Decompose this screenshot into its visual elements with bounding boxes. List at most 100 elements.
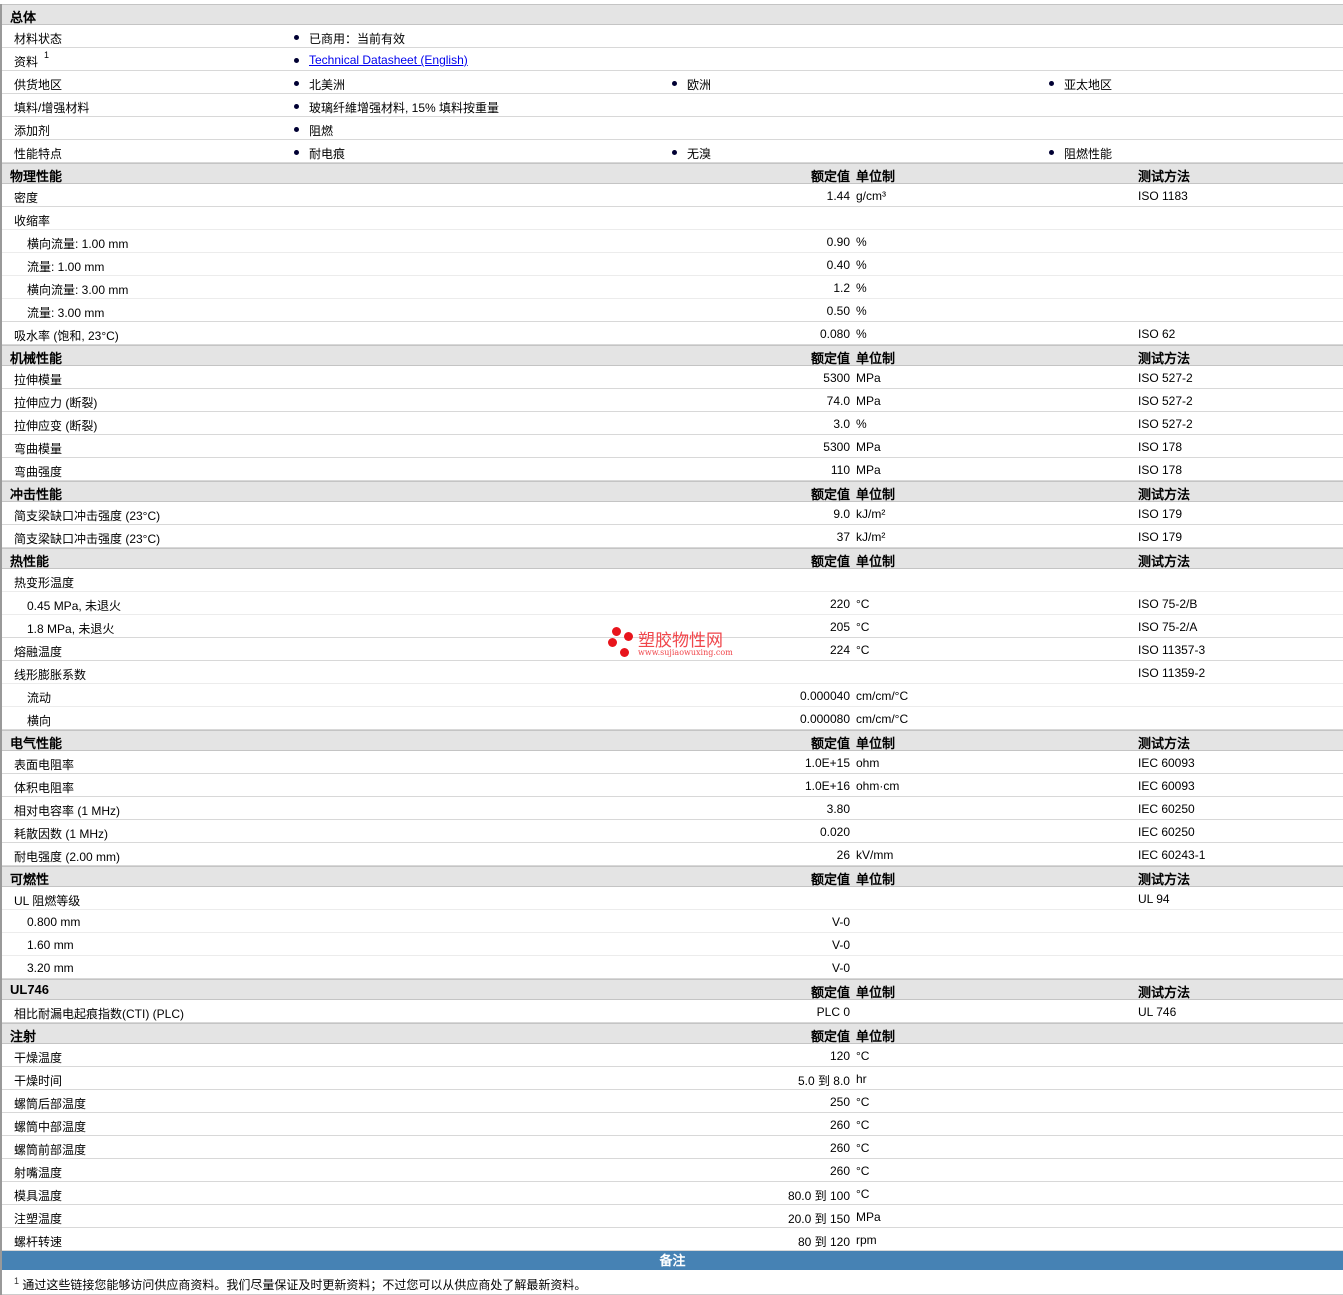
- property-row: 模具温度 80.0 到 100 °C: [2, 1182, 1343, 1205]
- property-label: 资料: [14, 55, 39, 69]
- property-label: 材料状态: [14, 32, 63, 46]
- column-header-method: 测试方法: [1138, 985, 1191, 1000]
- property-row: 0.45 MPa, 未退火 220 °C ISO 75-2/B: [2, 592, 1343, 615]
- property-unit: MPa: [856, 440, 881, 454]
- property-row: 弯曲强度 110 MPa ISO 178: [2, 458, 1343, 481]
- property-unit: kJ/m²: [856, 530, 886, 544]
- test-method: IEC 60093: [1138, 756, 1195, 770]
- bullet-item: 亚太地区: [1049, 76, 1112, 93]
- general-row: 填料/增强材料 玻璃纤維增强材料, 15% 填料按重量: [2, 94, 1343, 117]
- property-value: 224: [829, 643, 850, 657]
- section-title: 热性能: [10, 554, 50, 569]
- section-title: 机械性能: [10, 351, 63, 366]
- property-value: 0.020: [819, 825, 850, 839]
- property-label: 流动: [27, 691, 52, 705]
- property-value: 3.80: [826, 802, 850, 816]
- property-value: 220: [829, 597, 850, 611]
- section-header: UL746 额定值 单位制 测试方法: [2, 979, 1343, 1000]
- property-row: 拉伸应力 (断裂) 74.0 MPa ISO 527-2: [2, 389, 1343, 412]
- bullet-item: 已商用：当前有效: [294, 30, 405, 47]
- property-label: 1.60 mm: [27, 938, 74, 952]
- logo-dot-icon: [624, 632, 633, 641]
- property-label: 热变形温度: [14, 576, 75, 590]
- property-value: V-0: [831, 915, 850, 929]
- property-label: 吸水率 (饱和, 23°C): [14, 329, 119, 343]
- property-row: 热变形温度: [2, 569, 1343, 592]
- property-row: 0.800 mm V-0: [2, 910, 1343, 933]
- test-method: ISO 11357-3: [1138, 643, 1206, 657]
- property-label: 螺筒中部温度: [14, 1120, 87, 1134]
- property-row: 简支梁缺口冲击强度 (23°C) 9.0 kJ/m² ISO 179: [2, 502, 1343, 525]
- property-label: 横向: [27, 714, 52, 728]
- column-header-method: 测试方法: [1138, 554, 1191, 569]
- technical-datasheet-link[interactable]: Technical Datasheet (English): [309, 53, 468, 67]
- property-unit: hr: [856, 1072, 867, 1086]
- column-header-value: 额定值: [810, 554, 850, 569]
- test-method: ISO 178: [1138, 463, 1183, 477]
- bullet-item: 玻璃纤維增强材料, 15% 填料按重量: [294, 99, 499, 116]
- bullet-item: 耐电痕: [294, 145, 345, 162]
- logo-dot-icon: [608, 638, 617, 647]
- property-label: 弯曲模量: [14, 442, 63, 456]
- test-method: ISO 75-2/B: [1138, 597, 1198, 611]
- property-value: 1.44: [826, 189, 850, 203]
- test-method: ISO 178: [1138, 440, 1183, 454]
- property-label: 耗散因数 (1 MHz): [14, 827, 108, 841]
- property-row: 横向流量: 1.00 mm 0.90%: [2, 230, 1343, 253]
- column-header-value: 额定值: [810, 169, 850, 184]
- property-row: 简支梁缺口冲击强度 (23°C) 37 kJ/m² ISO 179: [2, 525, 1343, 548]
- footnote-body: 通过这些链接您能够访问供应商资料。我们尽量保证及时更新资料；不过您可以从供应商处…: [22, 1278, 587, 1292]
- column-header-unit: 单位制: [856, 736, 896, 751]
- property-label: 添加剂: [14, 124, 51, 138]
- property-row: 相比耐漏电起痕指数(CTI) (PLC) PLC 0 UL 746: [2, 1000, 1343, 1023]
- property-row: 注塑温度 20.0 到 150 MPa: [2, 1205, 1343, 1228]
- property-label: UL 阻燃等级: [14, 894, 81, 908]
- bullet-item: 阻燃性能: [1049, 145, 1112, 162]
- column-header-value: 额定值: [810, 736, 850, 751]
- section-header: 电气性能 额定值 单位制 测试方法: [2, 730, 1343, 751]
- property-value: 74.0: [826, 394, 850, 408]
- property-value: 260: [829, 1164, 850, 1178]
- property-value: 1.0E+15: [804, 756, 850, 770]
- logo-dot-icon: [620, 648, 629, 657]
- section-header: 注射 额定值 单位制: [2, 1023, 1343, 1044]
- property-unit: kJ/m²: [856, 507, 886, 521]
- property-unit: cm/cm/°C: [856, 712, 909, 726]
- property-unit: ohm: [856, 756, 880, 770]
- property-value: 1.2: [833, 281, 850, 295]
- property-value: 80 到 120: [797, 1235, 850, 1249]
- property-row: 螺筒前部温度 260 °C: [2, 1136, 1343, 1159]
- property-value: 5300: [823, 440, 850, 454]
- column-header-method: 测试方法: [1138, 169, 1191, 184]
- property-label: 密度: [14, 191, 39, 205]
- property-unit: °C: [856, 1095, 870, 1109]
- property-label: 螺杆转速: [14, 1235, 63, 1249]
- property-row: 1.60 mm V-0: [2, 933, 1343, 956]
- property-unit: cm/cm/°C: [856, 689, 909, 703]
- property-row: 体积电阻率 1.0E+16 ohm·cm IEC 60093: [2, 774, 1343, 797]
- logo-dot-icon: [612, 627, 621, 636]
- property-label: 相对电容率 (1 MHz): [14, 804, 120, 818]
- property-row: 干燥温度 120 °C: [2, 1044, 1343, 1067]
- test-method: ISO 62: [1138, 327, 1176, 341]
- property-label: 相比耐漏电起痕指数(CTI) (PLC): [14, 1007, 184, 1021]
- property-row: 流动 0.000040 cm/cm/°C: [2, 684, 1343, 707]
- property-row: 拉伸模量 5300 MPa ISO 527-2: [2, 366, 1343, 389]
- datasheet-link-item[interactable]: Technical Datasheet (English): [294, 53, 468, 67]
- property-value: V-0: [831, 961, 850, 975]
- property-label: 螺筒后部温度: [14, 1097, 87, 1111]
- property-label: 3.20 mm: [27, 961, 74, 975]
- property-label: 收缩率: [14, 214, 51, 228]
- property-unit: MPa: [856, 463, 881, 477]
- property-label: 干燥温度: [14, 1051, 63, 1065]
- property-label: 螺筒前部温度: [14, 1143, 87, 1157]
- property-unit: %: [856, 235, 867, 249]
- property-value: 0.080: [819, 327, 850, 341]
- property-unit: °C: [856, 1049, 870, 1063]
- property-row: 耐电强度 (2.00 mm) 26 kV/mm IEC 60243-1: [2, 843, 1343, 866]
- property-row: 拉伸应变 (断裂) 3.0% ISO 527-2: [2, 412, 1343, 435]
- property-unit: kV/mm: [856, 848, 894, 862]
- property-row: 射嘴温度 260 °C: [2, 1159, 1343, 1182]
- property-label: 流量: 3.00 mm: [27, 306, 105, 320]
- bullet-item: 阻燃: [294, 122, 333, 139]
